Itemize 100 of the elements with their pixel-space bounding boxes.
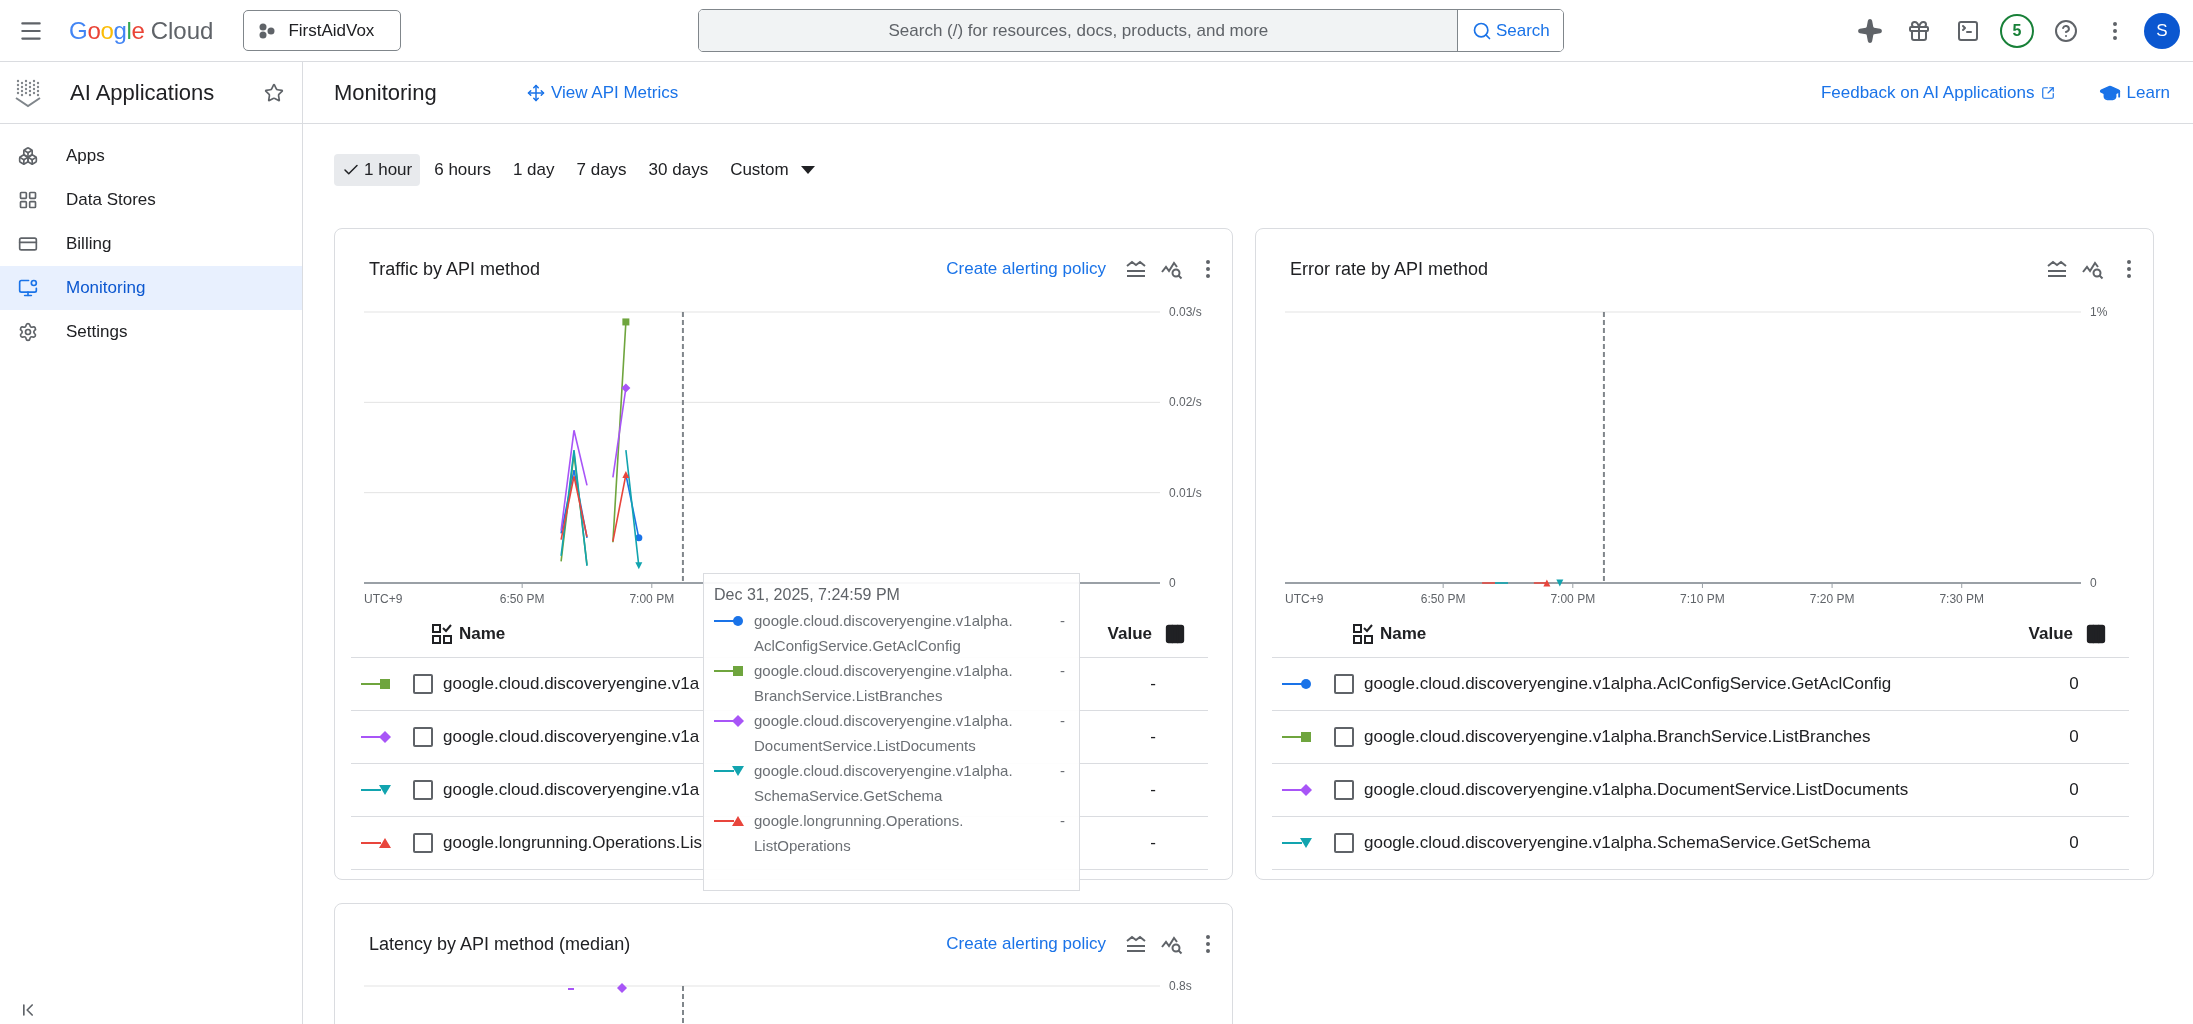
data-point xyxy=(622,471,630,479)
credit-card-icon xyxy=(18,234,38,254)
checkbox[interactable] xyxy=(1334,780,1354,800)
column-picker-icon[interactable] xyxy=(431,623,453,645)
nav-item[interactable]: Monitoring xyxy=(0,266,302,310)
card-title: Latency by API method (median) xyxy=(369,933,632,955)
column-header[interactable]: Value xyxy=(2028,624,2073,644)
series-name: google.cloud.discoveryengine.v1alpha.SchemaService.GetSchema xyxy=(1364,833,1871,853)
axis-label: 0.01/s xyxy=(1169,485,1202,500)
time-range-option[interactable]: 7 days xyxy=(568,154,635,186)
terminal-icon[interactable] xyxy=(1956,18,1980,43)
brand-logo-suffix[interactable]: Cloud xyxy=(150,16,214,45)
series-name: google.cloud.discoveryengine.v1alpha.BranchService.ListBranches xyxy=(1364,727,1871,747)
axis-label: 7:20 PM xyxy=(1809,592,1855,606)
series-value: 0 xyxy=(2068,727,2080,747)
column-header[interactable]: Name xyxy=(459,624,506,644)
gift-icon[interactable] xyxy=(1907,18,1931,43)
star-icon[interactable] xyxy=(264,82,284,103)
axis-label: 7:00 PM xyxy=(629,592,675,606)
series-name: google.cloud.discoveryengine.v1alpha.DocumentService.ListDocuments xyxy=(1364,780,1909,800)
series-value: 0 xyxy=(2068,780,2080,800)
nav-item[interactable]: Data Stores xyxy=(0,178,302,222)
help-icon[interactable] xyxy=(2054,18,2078,43)
create-alerting-policy-link[interactable]: Create alerting policy xyxy=(946,934,1106,954)
series-value: - xyxy=(1060,711,1065,731)
series-value: 0 xyxy=(2068,833,2080,853)
data-line xyxy=(567,988,575,990)
axis-label: 7:10 PM xyxy=(1680,592,1725,606)
data-point xyxy=(621,383,631,393)
columns-icon[interactable] xyxy=(1164,623,1186,645)
move-arrows-icon xyxy=(527,83,545,102)
series-value: - xyxy=(1149,674,1157,694)
hover-line xyxy=(682,985,684,1024)
sparkle-icon[interactable] xyxy=(1857,17,1883,44)
series-value: - xyxy=(1149,780,1157,800)
page-title: Monitoring xyxy=(334,79,438,106)
checkbox[interactable] xyxy=(413,780,433,800)
time-range-option[interactable]: 30 days xyxy=(640,154,717,186)
series-value: - xyxy=(1060,661,1065,681)
data-point xyxy=(617,983,627,993)
column-header[interactable]: Name xyxy=(1380,624,1427,644)
feedback-link[interactable]: Feedback on AI Applications xyxy=(1820,82,2055,103)
series-value: - xyxy=(1060,761,1065,781)
axis-label: 7:30 PM xyxy=(1939,592,1985,606)
axis-label: 0.03/s xyxy=(1169,305,1202,319)
series-name: google.cloud.discoveryengine.v1alpha.AclConfigService.GetAclConfig xyxy=(1364,674,1892,694)
learn-link[interactable]: Learn xyxy=(2098,81,2170,104)
data-point xyxy=(635,562,643,570)
monitor-icon xyxy=(18,278,38,298)
axis-label: 7:00 PM xyxy=(1550,592,1596,606)
axis-label: 0.8s xyxy=(1169,979,1192,993)
data-point xyxy=(1543,579,1551,587)
column-picker-icon[interactable] xyxy=(1352,623,1374,645)
time-range-option[interactable]: 6 hours xyxy=(426,154,499,186)
series-value: - xyxy=(1149,727,1157,747)
data-point xyxy=(635,534,643,542)
axis-label: 0.02/s xyxy=(1169,395,1202,410)
columns-icon[interactable] xyxy=(2085,623,2107,645)
checkbox[interactable] xyxy=(413,727,433,747)
grid-icon xyxy=(18,190,38,210)
checkbox[interactable] xyxy=(413,833,433,853)
avatar[interactable]: S xyxy=(2144,12,2180,49)
data-point xyxy=(622,318,630,326)
tooltip-time: Dec 31, 2025, 7:24:59 PM xyxy=(714,586,901,604)
checkbox[interactable] xyxy=(1334,833,1354,853)
card-title: Error rate by API method xyxy=(1290,258,1490,280)
time-range-option[interactable]: 1 hour xyxy=(334,154,421,186)
checkbox[interactable] xyxy=(413,674,433,694)
column-header[interactable]: Value xyxy=(1107,624,1152,644)
time-range-option[interactable]: 1 day xyxy=(504,154,563,186)
series-name: google.longrunning.Operations.Lis xyxy=(443,833,702,853)
time-range-option[interactable]: Custom xyxy=(722,154,823,186)
nav-item[interactable]: Settings xyxy=(0,310,302,354)
checkbox[interactable] xyxy=(1334,674,1354,694)
axis-label: UTC+9 xyxy=(1285,592,1324,606)
product-logo-icon xyxy=(14,77,42,108)
axis-label: UTC+9 xyxy=(364,592,403,606)
create-alerting-policy-link[interactable]: Create alerting policy xyxy=(946,259,1106,279)
boxes-icon xyxy=(18,146,38,166)
product-title: AI Applications xyxy=(70,79,216,106)
checkbox[interactable] xyxy=(1334,727,1354,747)
notification-badge[interactable]: 5 xyxy=(2000,13,2034,48)
settings-icon xyxy=(18,322,38,342)
project-icon xyxy=(258,22,277,39)
external-link-icon xyxy=(2040,85,2055,100)
card-title: Traffic by API method xyxy=(369,258,542,280)
project-picker[interactable]: FirstAidVox xyxy=(243,10,402,51)
axis-label: 0 xyxy=(2090,576,2097,590)
brand-logo[interactable]: Google xyxy=(69,16,145,45)
data-point xyxy=(1556,579,1564,587)
series-value: - xyxy=(1149,833,1157,853)
series-value: - xyxy=(1060,811,1065,831)
series-name: google.cloud.discoveryengine.v1a xyxy=(443,674,700,694)
series-name: google.cloud.discoveryengine.v1a xyxy=(443,727,700,747)
nav-item[interactable]: Billing xyxy=(0,222,302,266)
series-name: google.longrunning.Operations.ListOperations xyxy=(754,811,965,856)
series-value: - xyxy=(1060,611,1065,631)
axis-label: 1% xyxy=(2090,305,2108,319)
nav-item[interactable]: Apps xyxy=(0,134,302,178)
view-api-metrics-link[interactable]: View API Metrics xyxy=(527,82,679,103)
